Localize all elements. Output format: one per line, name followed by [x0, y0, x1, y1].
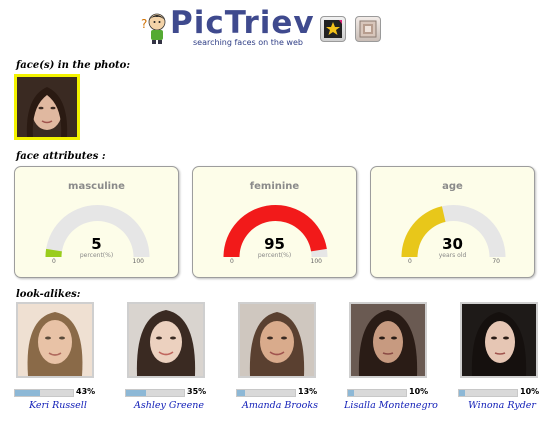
similarity-percent: 10%	[520, 387, 540, 396]
logo-text: PicTriev	[170, 5, 315, 41]
logo-tagline: searching faces on the web	[193, 38, 303, 47]
face-image	[18, 304, 92, 376]
gauge-unit: percent(%)	[79, 252, 114, 259]
face-image	[351, 304, 425, 376]
lookalike-name-link[interactable]: Ashley Greene	[119, 400, 219, 411]
similarity-bar-fill	[237, 390, 245, 396]
gauge-value: 30	[442, 235, 463, 253]
feminine-card: feminine 95 percent(%) 0 100	[192, 166, 357, 278]
lookalikes-section-label: look-alikes:	[16, 289, 81, 300]
similarity-bar	[14, 389, 74, 397]
lookalike-photo[interactable]	[16, 302, 94, 378]
similarity-bar	[125, 389, 185, 397]
gauge-value: 5	[91, 235, 102, 253]
age-card: age 30 years old 0 70	[370, 166, 535, 278]
similarity-bar-fill	[126, 390, 147, 396]
star-tool-icon	[324, 20, 342, 38]
card-title: age	[442, 181, 463, 192]
face-image	[129, 304, 203, 376]
similarity-bar-fill	[348, 390, 354, 396]
face-image	[462, 304, 536, 376]
card-title: masculine	[68, 181, 125, 192]
lookalike-name-link[interactable]: Keri Russell	[8, 400, 108, 411]
gauge-max: 100	[132, 258, 144, 265]
gauge-unit: percent(%)	[257, 252, 292, 259]
attributes-section-label: face attributes :	[16, 151, 106, 162]
similarity-percent: 43%	[76, 387, 96, 396]
lookalike-name-link[interactable]: Lisalla Montenegro	[341, 400, 441, 411]
gauge-max: 70	[492, 258, 500, 265]
face-image	[17, 77, 77, 137]
gauge-max: 100	[310, 258, 322, 265]
lookalike-photo[interactable]	[349, 302, 427, 378]
masculine-card: masculine 5 percent(%) 0 100	[14, 166, 179, 278]
similarity-bar	[347, 389, 407, 397]
similarity-percent: 13%	[298, 387, 318, 396]
similarity-percent: 10%	[409, 387, 429, 396]
header: ? PicTriev searching faces on the web	[0, 0, 550, 52]
photo-tool-button[interactable]	[355, 16, 381, 42]
svg-text:?: ?	[141, 17, 147, 31]
gauge-min: 0	[230, 258, 234, 265]
similarity-bar	[236, 389, 296, 397]
similarity-bar	[458, 389, 518, 397]
lookalike-photo[interactable]	[127, 302, 205, 378]
similarity-bar-fill	[15, 390, 40, 396]
lookalike-photo[interactable]	[238, 302, 316, 378]
photo-tool-icon	[359, 20, 377, 38]
similarity-bar-fill	[459, 390, 465, 396]
mascot-icon: ?	[141, 13, 166, 44]
gauge-min: 0	[408, 258, 412, 265]
gauge-unit: years old	[438, 252, 467, 259]
similarity-percent: 35%	[187, 387, 207, 396]
detected-face-thumbnail[interactable]	[14, 74, 80, 140]
card-title: feminine	[249, 181, 300, 192]
gauge-value: 95	[264, 235, 285, 253]
lookalike-name-link[interactable]: Winona Ryder	[452, 400, 550, 411]
lookalike-photo[interactable]	[460, 302, 538, 378]
face-image	[240, 304, 314, 376]
faces-section-label: face(s) in the photo:	[16, 60, 131, 71]
gauge-min: 0	[52, 258, 56, 265]
lookalike-name-link[interactable]: Amanda Brooks	[230, 400, 330, 411]
star-tool-button[interactable]	[320, 16, 346, 42]
